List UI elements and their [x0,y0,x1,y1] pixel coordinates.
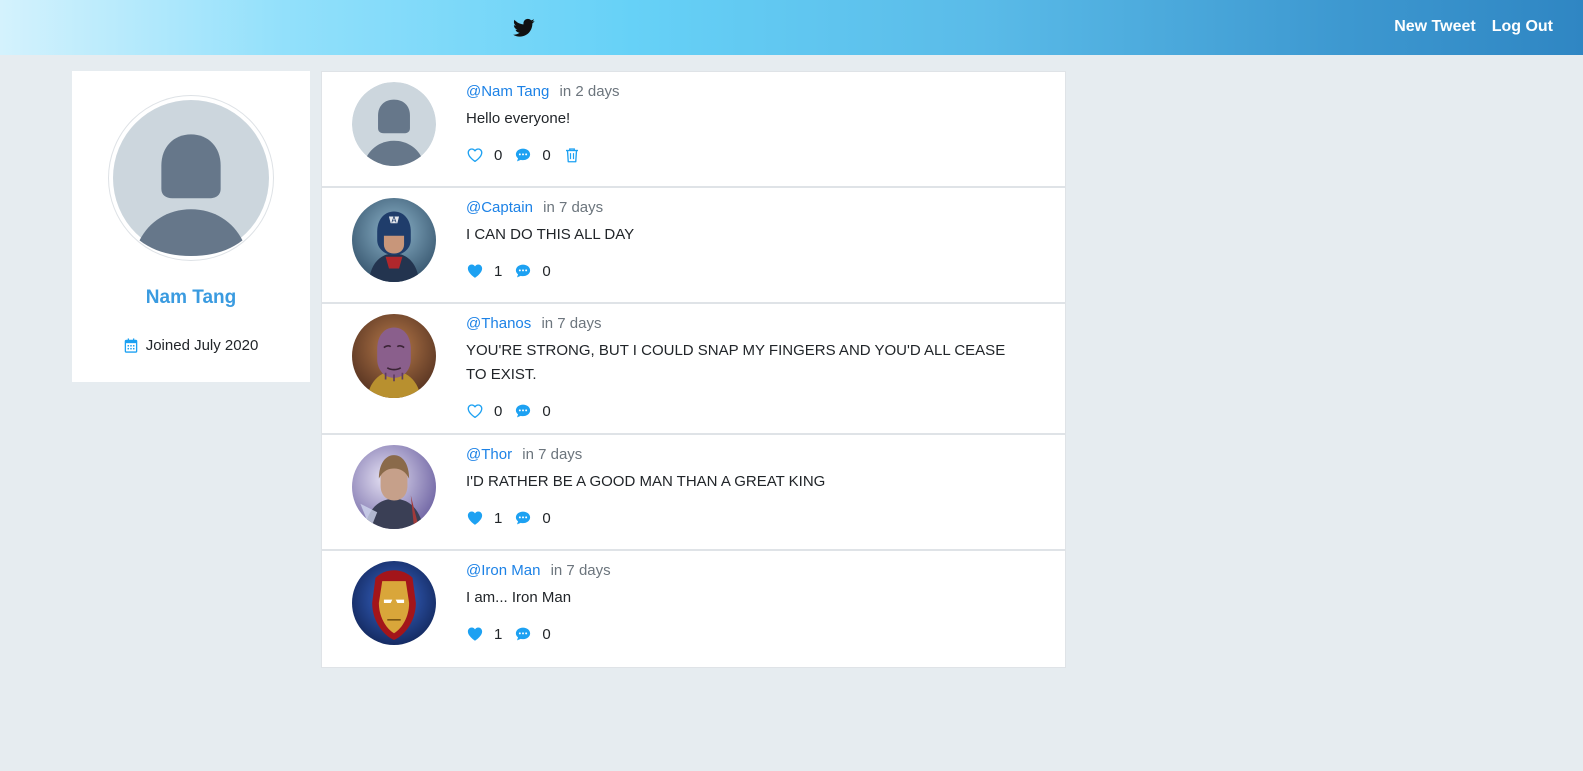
default-user-avatar-icon [352,82,436,166]
tweet-handle[interactable]: @Thor [466,446,512,463]
calendar-icon [124,338,137,353]
joined-date-text: Joined July 2020 [145,337,259,354]
tweet-item: @Iron Man in 7 days I am... Iron Man 1 0 [322,551,1065,667]
tweet-avatar[interactable] [352,314,436,398]
tweet-avatar[interactable]: A [352,198,436,282]
like-count: 0 [494,402,503,420]
heart-filled-icon[interactable] [466,509,484,527]
profile-avatar[interactable] [108,95,274,261]
comment-icon[interactable] [514,146,532,164]
tweet-avatar[interactable] [352,445,436,529]
tweet-item: @Nam Tang in 2 days Hello everyone! 0 0 [322,72,1065,188]
tweet-item: A @Captain in 7 days I CAN DO THIS ALL D… [322,188,1065,304]
heart-outline-icon[interactable] [466,402,484,420]
tweet-time: in 7 days [550,562,611,579]
profile-card: Nam Tang Joined July 2020 [72,71,310,382]
comment-count: 0 [542,625,551,643]
tweet-time: in 7 days [541,315,602,332]
profile-name: Nam Tang [145,287,237,308]
tweet-handle[interactable]: @Thanos [466,315,531,332]
comment-count: 0 [542,402,551,420]
heart-outline-icon[interactable] [466,146,484,164]
tweet-text: I CAN DO THIS ALL DAY [466,226,635,243]
like-count: 0 [494,146,503,164]
log-out-link[interactable]: Log Out [1492,18,1553,36]
trash-icon[interactable] [563,146,581,164]
tweet-actions: 0 0 [466,145,1025,165]
tweet-text: I am... Iron Man [466,589,572,606]
comment-count: 0 [542,146,551,164]
tweet-text: YOU'RE STRONG, BUT I COULD SNAP MY FINGE… [466,342,1006,383]
thor-avatar-image [352,445,436,529]
comment-icon[interactable] [514,262,532,280]
top-navbar: New Tweet Log Out [0,0,1583,55]
tweet-text: Hello everyone! [466,110,571,127]
comment-icon[interactable] [514,625,532,643]
like-count: 1 [494,625,503,643]
tweet-time: in 2 days [559,83,620,100]
comment-count: 0 [542,509,551,527]
tweet-avatar[interactable] [352,82,436,166]
comment-count: 0 [542,262,551,280]
tweet-actions: 1 0 [466,624,1025,644]
tweet-handle[interactable]: @Nam Tang [466,83,549,100]
tweet-item: @Thanos in 7 days YOU'RE STRONG, BUT I C… [322,304,1065,435]
captain-avatar-image: A [352,198,436,282]
default-user-avatar-icon [113,100,269,256]
tweet-feed: @Nam Tang in 2 days Hello everyone! 0 0 [321,71,1066,668]
top-nav-links: New Tweet Log Out [1394,18,1553,36]
tweet-handle[interactable]: @Iron Man [466,562,540,579]
heart-filled-icon[interactable] [466,262,484,280]
tweet-time: in 7 days [522,446,583,463]
comment-icon[interactable] [514,402,532,420]
iron-man-avatar-image [352,561,436,645]
comment-icon[interactable] [514,509,532,527]
twitter-bird-icon[interactable] [513,17,535,39]
tweet-text: I'D RATHER BE A GOOD MAN THAN A GREAT KI… [466,473,826,490]
tweet-actions: 1 0 [466,508,1025,528]
tweet-handle[interactable]: @Captain [466,199,533,216]
tweet-item: @Thor in 7 days I'D RATHER BE A GOOD MAN… [322,435,1065,551]
new-tweet-link[interactable]: New Tweet [1394,18,1476,36]
tweet-actions: 0 0 [466,401,1025,421]
profile-joined: Joined July 2020 [72,337,310,354]
like-count: 1 [494,509,503,527]
tweet-actions: 1 0 [466,261,1025,281]
heart-filled-icon[interactable] [466,625,484,643]
like-count: 1 [494,262,503,280]
svg-text:A: A [391,215,397,224]
tweet-time: in 7 days [543,199,604,216]
thanos-avatar-image [352,314,436,398]
tweet-avatar[interactable] [352,561,436,645]
